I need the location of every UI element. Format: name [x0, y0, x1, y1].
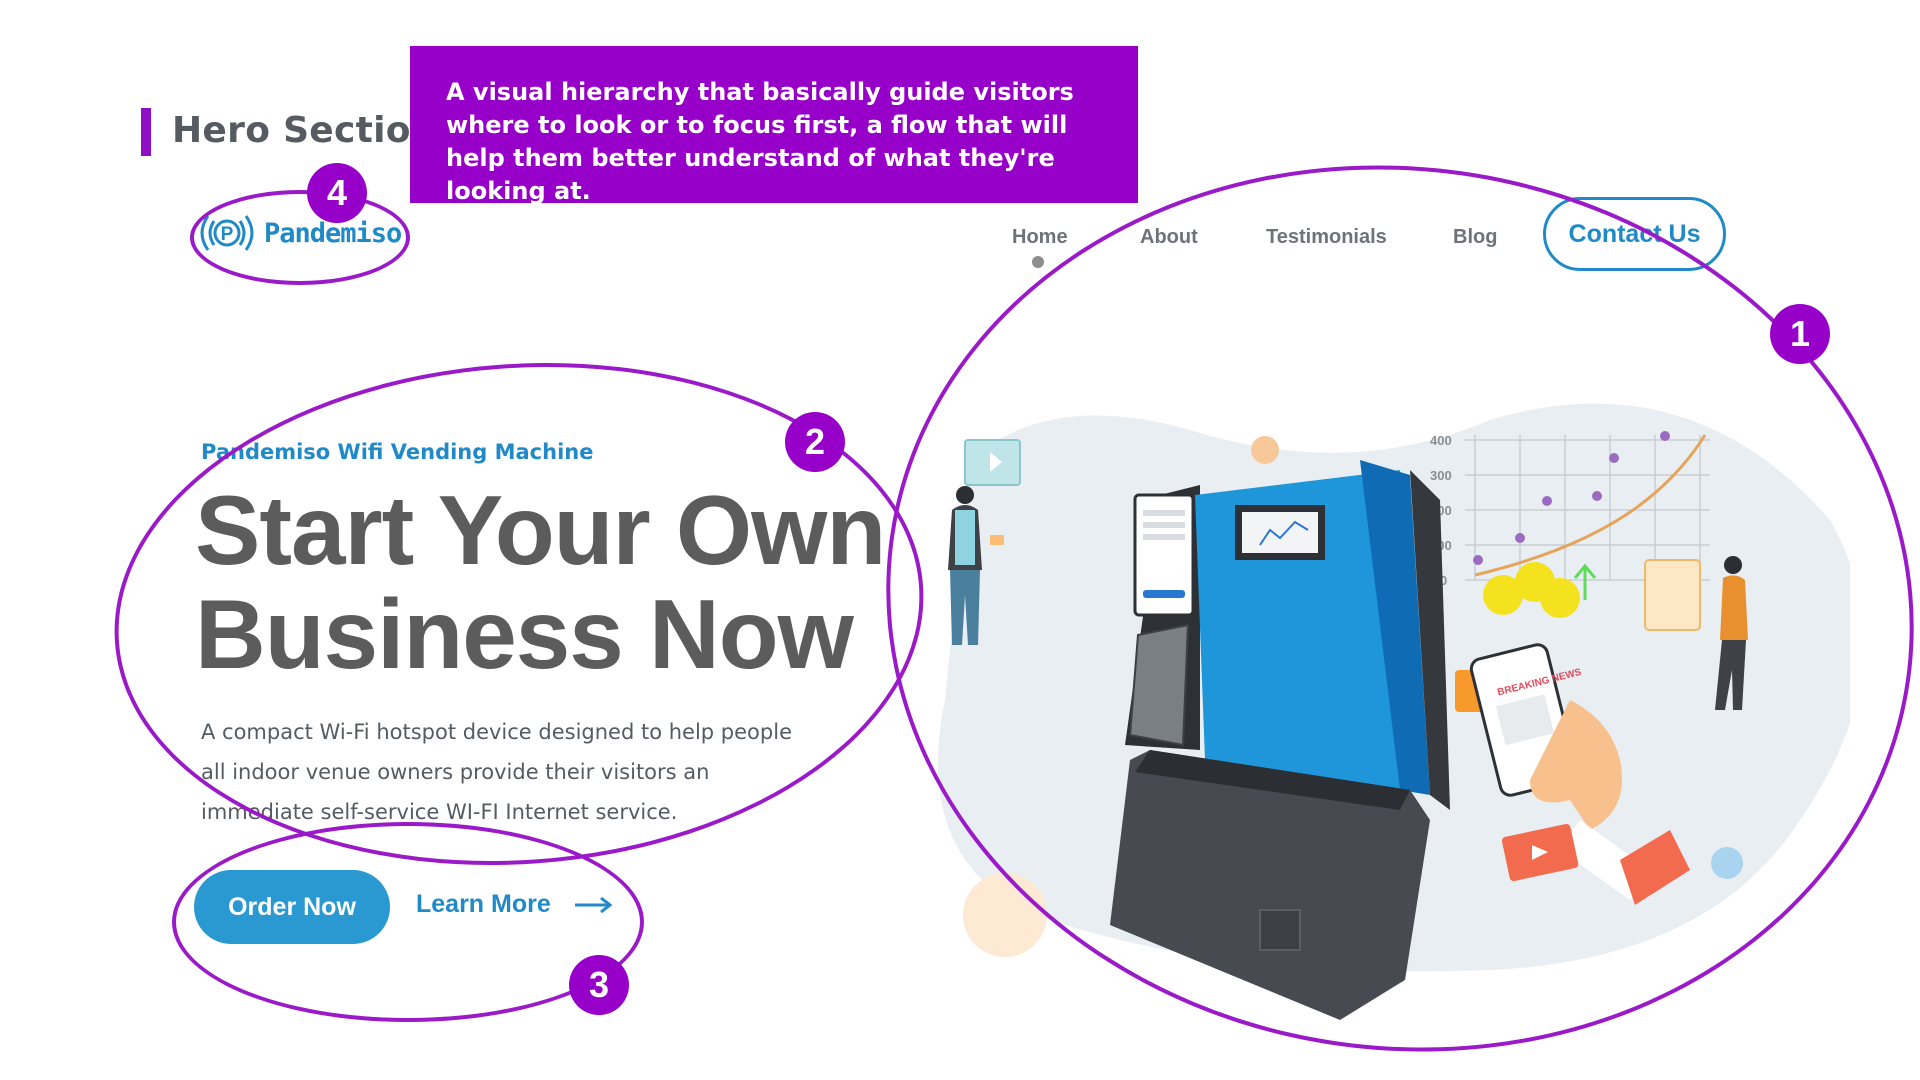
nav-testimonials[interactable]: Testimonials — [1266, 226, 1387, 249]
decor-dot-peach — [963, 873, 1047, 957]
headline-line-1: Start Your Own — [195, 475, 886, 585]
headline-line-2: Business Now — [195, 579, 854, 689]
nav-about[interactable]: About — [1140, 226, 1198, 249]
hero-headline: Start Your Own Business Now — [195, 478, 915, 686]
order-now-button[interactable]: Order Now — [194, 870, 390, 944]
nav-blog[interactable]: Blog — [1453, 226, 1497, 249]
wifi-vending-machine — [1110, 460, 1450, 1020]
nav-active-indicator — [1032, 256, 1044, 268]
hero-description: A compact Wi-Fi hotspot device designed … — [201, 720, 792, 824]
svg-text:P: P — [221, 224, 234, 245]
annotation-badge-4: 4 — [307, 163, 367, 223]
arrow-right-icon — [574, 896, 613, 913]
hero-illustration: 400 300 200 100 0 — [938, 403, 1850, 1020]
section-title: Hero Section — [172, 110, 437, 151]
section-marker — [141, 108, 151, 156]
annotation-badge-1: 1 — [1770, 304, 1830, 364]
learn-more-label: Learn More — [416, 890, 551, 918]
chart-tick-400: 400 — [1430, 433, 1452, 448]
decor-dot-blue — [1711, 847, 1743, 879]
annotation-callout: A visual hierarchy that basically guide … — [410, 46, 1138, 205]
nav-home[interactable]: Home — [1012, 226, 1068, 249]
annotation-badge-3: 3 — [569, 955, 629, 1015]
wifi-p-logo-icon: P — [200, 215, 254, 251]
brand-logo[interactable]: P Pandemiso — [198, 210, 402, 256]
decor-dot-orange — [1251, 436, 1279, 464]
annotation-badge-2: 2 — [785, 412, 845, 472]
hero-eyebrow: Pandemiso Wifi Vending Machine — [201, 440, 594, 464]
chart-tick-300: 300 — [1430, 468, 1452, 483]
learn-more-link[interactable]: Learn More — [416, 890, 613, 919]
contact-us-button[interactable]: Contact Us — [1543, 197, 1726, 271]
